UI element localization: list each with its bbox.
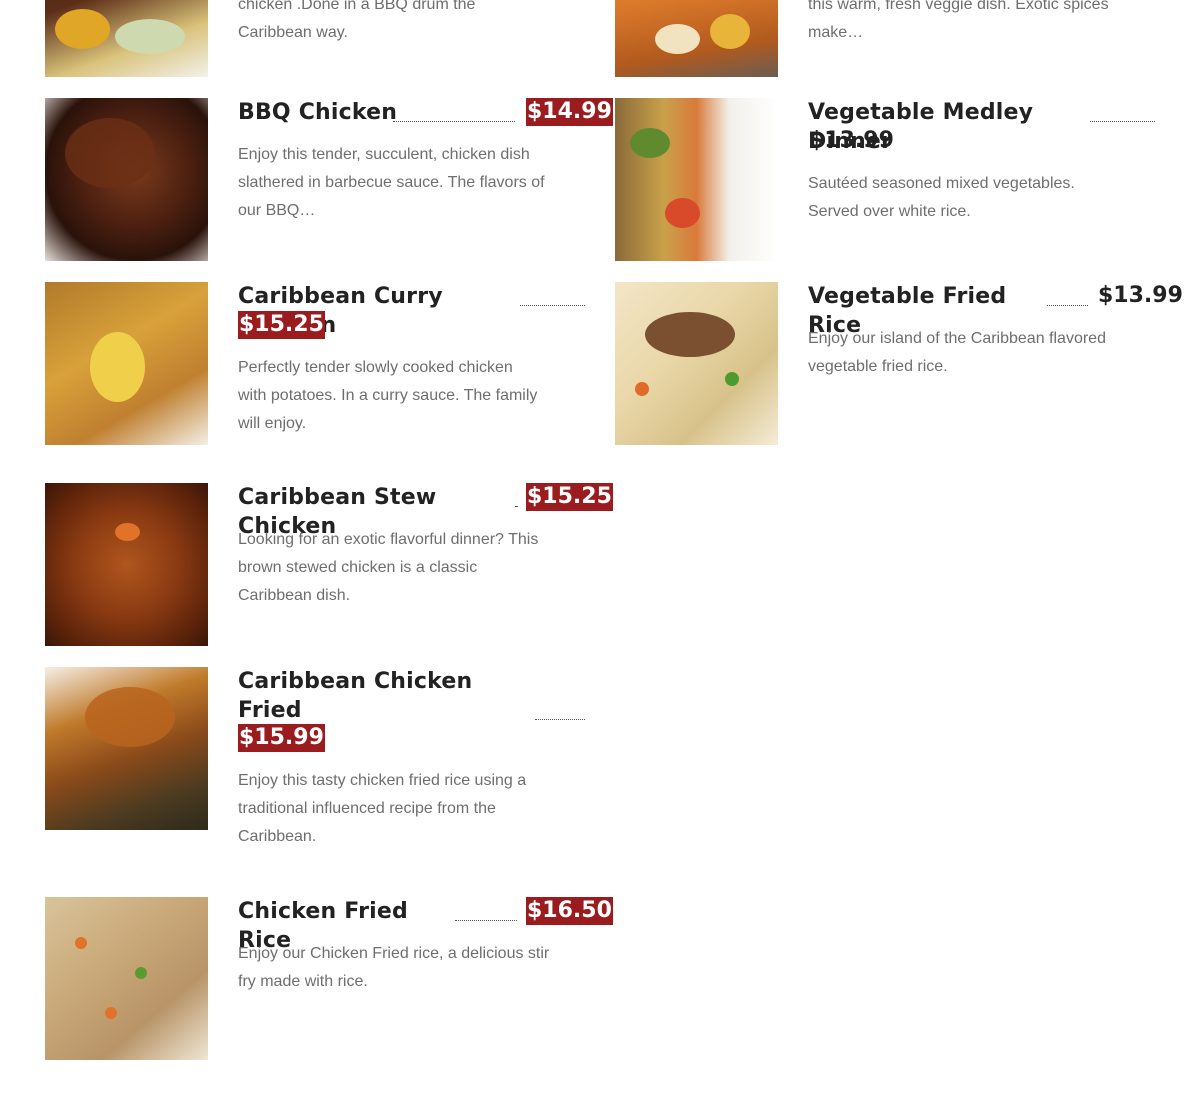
bbq-drum-chicken-photo[interactable] [45, 0, 208, 77]
dot-leader [1090, 121, 1155, 122]
veggie-curry-photo[interactable] [615, 0, 778, 77]
desc-line-3: our BBQ… [238, 202, 316, 219]
chicken-fried-rice-photo[interactable] [45, 897, 208, 1060]
price-badge: $15.25 [238, 311, 325, 339]
desc-line-3: Caribbean. [238, 828, 317, 845]
price-badge: $13.99 [1098, 283, 1183, 308]
partial-desc-line-1: chicken .Done in a BBQ drum the [238, 0, 476, 13]
desc-line-3: will enjoy. [238, 415, 307, 432]
price-badge: $13.99 [809, 128, 894, 153]
price-badge: $16.50 [526, 897, 613, 925]
desc-line-2: slathered in barbecue sauce. The flavors… [238, 174, 545, 191]
desc-line-1: Enjoy our island of the Caribbean flavor… [808, 330, 1106, 347]
desc-line-2: with potatoes. In a curry sauce. The fam… [238, 387, 538, 404]
desc-line-1: Enjoy our Chicken Fried rice, a deliciou… [238, 945, 550, 962]
desc-line-2: vegetable fried rice. [808, 358, 948, 375]
desc-line-2: traditional influenced recipe from the [238, 800, 496, 817]
desc-line-2: Served over white rice. [808, 203, 971, 220]
dot-leader [455, 920, 517, 921]
dot-leader [515, 506, 517, 507]
chicken-fried-rice-caribbean-photo[interactable] [45, 667, 208, 830]
desc-line-2: brown stewed chicken is a classic [238, 559, 478, 576]
stew-chicken-photo[interactable] [45, 483, 208, 646]
dot-leader [393, 121, 515, 122]
desc-line-1: Perfectly tender slowly cooked chicken [238, 359, 513, 376]
menu-item-title[interactable]: BBQ Chicken [238, 98, 468, 127]
price-badge: $15.99 [238, 724, 325, 752]
desc-line-1: Enjoy this tender, succulent, chicken di… [238, 146, 530, 163]
vegetable-fried-rice-photo[interactable] [615, 282, 778, 445]
desc-line-1: Looking for an exotic flavorful dinner? … [238, 531, 539, 548]
partial-desc-line-2: Caribbean way. [238, 24, 348, 41]
curry-chicken-photo[interactable] [45, 282, 208, 445]
price-badge: $14.99 [526, 98, 613, 126]
partial-desc-line-1: this warm, fresh veggie dish. Exotic spi… [808, 0, 1109, 13]
partial-desc-line-2: make… [808, 24, 864, 41]
desc-line-3: Caribbean dish. [238, 587, 351, 604]
dot-leader [520, 305, 585, 306]
dot-leader [1047, 305, 1088, 306]
vegetable-medley-photo[interactable] [615, 98, 778, 261]
price-badge: $15.25 [526, 483, 613, 511]
bbq-chicken-photo[interactable] [45, 98, 208, 261]
dot-leader [535, 719, 585, 720]
desc-line-1: Enjoy this tasty chicken fried rice usin… [238, 772, 527, 789]
desc-line-2: fry made with rice. [238, 973, 368, 990]
desc-line-1: Sautéed seasoned mixed vegetables. [808, 175, 1075, 192]
